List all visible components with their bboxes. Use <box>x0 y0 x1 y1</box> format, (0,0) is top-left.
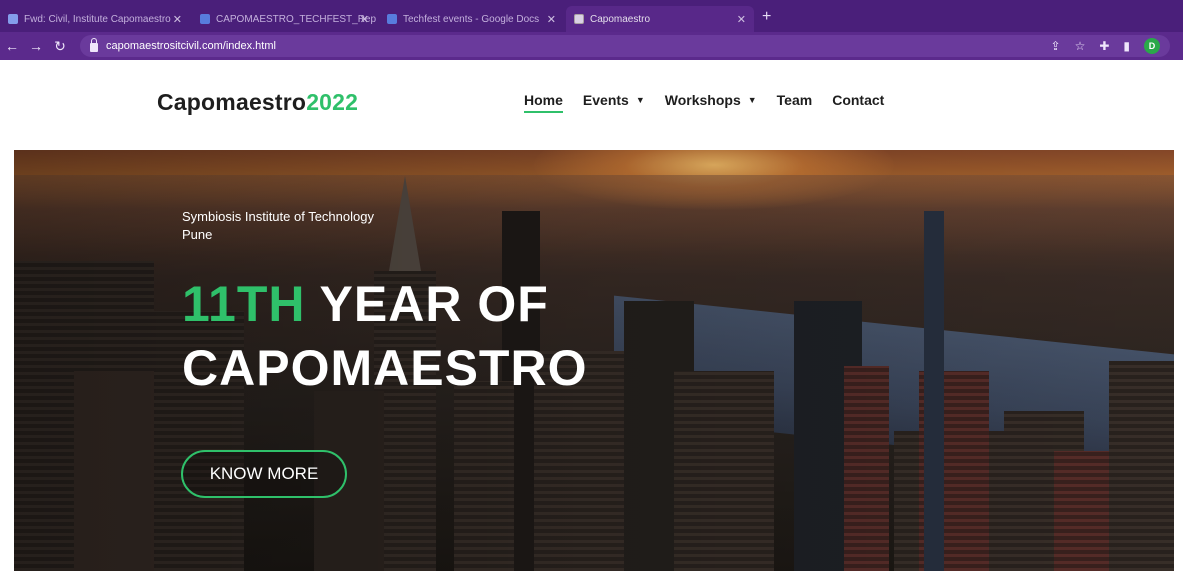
reload-icon[interactable]: ↻ <box>48 38 72 55</box>
nav-label: Contact <box>832 92 885 108</box>
nav-home[interactable]: Home <box>524 92 563 113</box>
browser-chrome: Fwd: Civil, Institute Capomaestro ✕ CAPO… <box>0 0 1183 60</box>
browser-tab-active[interactable]: Capomaestro ✕ <box>566 6 754 32</box>
browser-tab[interactable]: CAPOMAESTRO_TECHFEST_Rep ✕ <box>192 6 377 32</box>
institute-city: Pune <box>182 227 213 242</box>
close-icon[interactable]: ✕ <box>173 13 182 26</box>
logo-text: Capomaestro <box>157 89 307 115</box>
hero-section: Symbiosis Institute of Technology Pune 1… <box>14 150 1174 571</box>
logo-year: 2022 <box>306 89 359 115</box>
nav-contact[interactable]: Contact <box>832 92 884 108</box>
nav-workshops[interactable]: Workshops ▼ <box>665 92 757 108</box>
back-icon[interactable]: ← <box>0 38 24 54</box>
new-tab-icon[interactable]: + <box>762 8 771 26</box>
nav-label: Events <box>582 92 629 108</box>
tab-strip: Fwd: Civil, Institute Capomaestro ✕ CAPO… <box>0 0 1183 32</box>
site-header: Capomaestro2022 Home Events ▼ Workshops ▼ … <box>0 60 1183 148</box>
nav-events[interactable]: Events ▼ <box>583 92 645 108</box>
mail-icon <box>8 14 18 24</box>
tab-label: Techfest events - Google Docs <box>403 13 540 25</box>
tab-label: Capomaestro <box>590 13 651 25</box>
headline-text: CAPOMAESTRO <box>182 340 588 396</box>
address-bar[interactable]: capomaestrositcivil.com/index.html ⇪ ☆ ✚… <box>80 35 1170 57</box>
browser-toolbar: ← → ↻ capomaestrositcivil.com/index.html… <box>0 32 1183 60</box>
toolbar-icons: ⇪ ☆ ✚ ▮ D <box>1051 35 1160 57</box>
close-icon[interactable]: ✕ <box>737 13 746 26</box>
institute-line: Symbiosis Institute of Technology <box>182 209 374 224</box>
institute-name: Symbiosis Institute of Technology Pune <box>182 208 587 244</box>
main-nav: Home Events ▼ Workshops ▼ Team Contact <box>524 92 884 113</box>
caret-down-icon: ▼ <box>747 95 757 105</box>
lock-icon[interactable] <box>90 37 98 52</box>
caret-down-icon: ▼ <box>635 95 645 105</box>
nav-label: Team <box>776 92 813 108</box>
tab-label: CAPOMAESTRO_TECHFEST_Rep <box>216 13 377 25</box>
profile-avatar[interactable]: D <box>1144 38 1160 54</box>
know-more-button[interactable]: KNOW MORE <box>181 450 347 498</box>
browser-tab[interactable]: Techfest events - Google Docs ✕ <box>379 6 564 32</box>
document-icon <box>200 14 210 24</box>
forward-icon[interactable]: → <box>24 38 48 54</box>
extensions-icon[interactable]: ✚ <box>1099 39 1109 53</box>
headline-highlight: 11TH <box>182 276 306 332</box>
close-icon[interactable]: ✕ <box>547 13 556 26</box>
star-icon[interactable]: ☆ <box>1075 39 1086 53</box>
site-favicon-icon <box>574 14 584 24</box>
side-panel-icon[interactable]: ▮ <box>1123 39 1130 53</box>
address-text[interactable]: capomaestrositcivil.com/index.html <box>106 40 276 52</box>
tab-label: Fwd: Civil, Institute Capomaestro <box>24 13 171 25</box>
browser-tab[interactable]: Fwd: Civil, Institute Capomaestro ✕ <box>0 6 190 32</box>
hero-headline: 11TH YEAR OF CAPOMAESTRO <box>182 272 587 400</box>
document-icon <box>387 14 397 24</box>
hero-content: Symbiosis Institute of Technology Pune 1… <box>182 208 587 400</box>
nav-team[interactable]: Team <box>777 92 813 108</box>
nav-label: Home <box>524 92 563 108</box>
nav-label: Workshops <box>664 92 741 108</box>
headline-text: YEAR OF <box>319 276 549 332</box>
site-logo[interactable]: Capomaestro2022 <box>157 89 358 116</box>
close-icon[interactable]: ✕ <box>360 13 369 26</box>
share-icon[interactable]: ⇪ <box>1051 39 1061 53</box>
